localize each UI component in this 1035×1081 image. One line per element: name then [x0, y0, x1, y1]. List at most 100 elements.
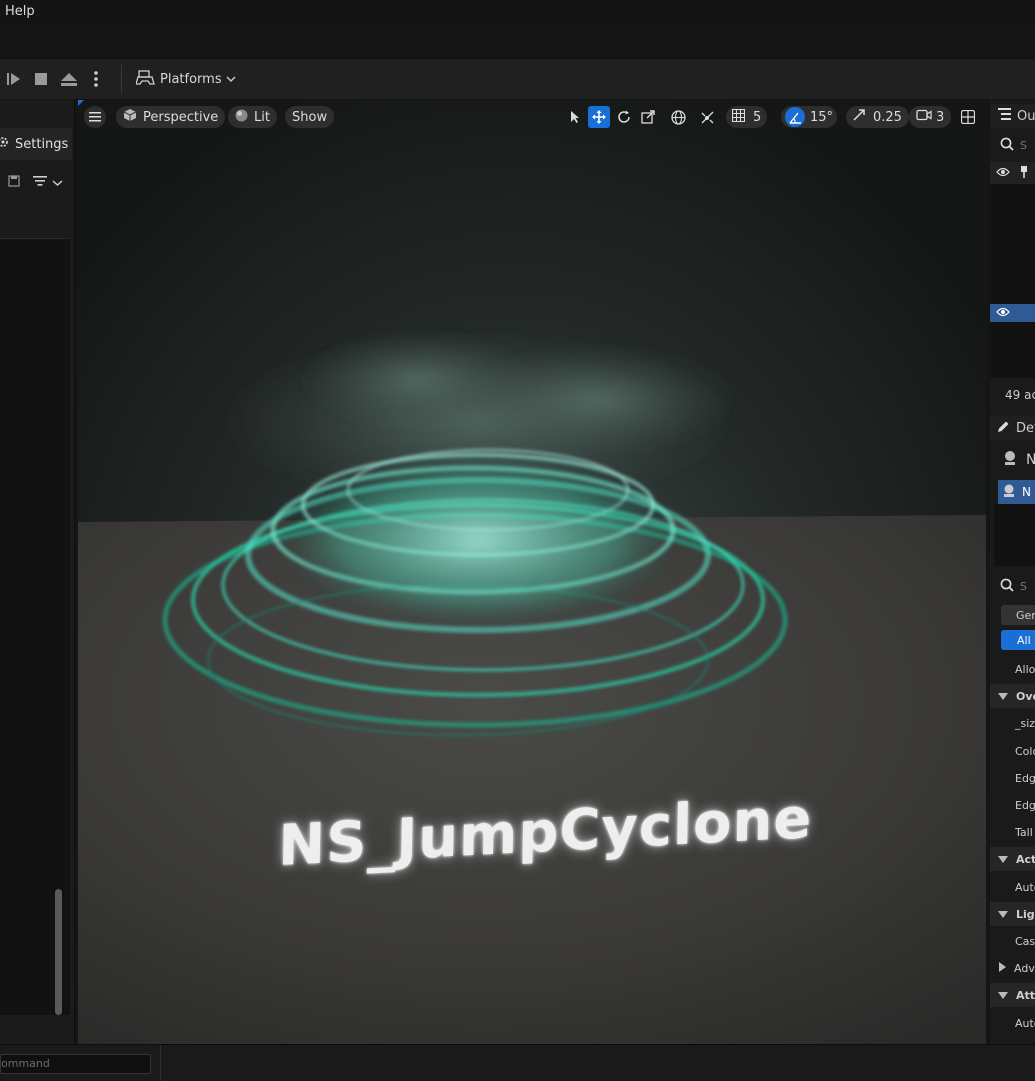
details-section-header[interactable]: Ligh — [990, 902, 1035, 926]
settings-label: Settings — [15, 136, 69, 152]
scale-snap-button[interactable]: 0.25 — [846, 106, 909, 128]
details-component-root: N — [990, 448, 1035, 472]
chevron-down-icon — [998, 853, 1008, 866]
filter-icon[interactable] — [32, 174, 48, 191]
eject-icon[interactable] — [57, 69, 81, 89]
tab-details[interactable]: Det — [990, 416, 1035, 440]
toolbar-divider — [121, 65, 122, 93]
rotation-snap-value: 15° — [810, 109, 834, 125]
property-label: Edge — [1015, 798, 1035, 812]
status-bar: ommand — [0, 1044, 1035, 1081]
details-property-row[interactable]: Auto — [990, 875, 1035, 899]
viewport-toolbar: Perspective Lit Show 5 15° 0.25 3 — [78, 106, 986, 130]
outliner-list-lower — [990, 322, 1035, 378]
details-property-row[interactable]: Colo — [990, 739, 1035, 763]
camera-speed-button[interactable]: 3 — [909, 106, 952, 128]
more-options-icon[interactable] — [88, 69, 104, 89]
level-viewport[interactable]: NS_JumpCyclone Perspective Lit Show 5 15… — [78, 100, 986, 1044]
grid-snap-value: 5 — [753, 109, 762, 125]
details-search-input[interactable]: S — [990, 574, 1035, 598]
tab-settings[interactable]: Settings — [0, 128, 72, 160]
scale-snap-value: 0.25 — [873, 109, 902, 125]
grid-snap-button[interactable]: 5 — [726, 106, 768, 128]
show-label: Show — [292, 109, 328, 125]
tab-outliner[interactable]: Ou — [990, 104, 1035, 128]
chevron-down-icon — [226, 72, 236, 87]
left-panel: Settings — [0, 100, 75, 1044]
save-icon[interactable] — [8, 175, 20, 190]
eye-icon[interactable] — [996, 167, 1010, 180]
layout-icon[interactable] — [957, 106, 979, 128]
perspective-label: Perspective — [143, 109, 219, 125]
component-icon — [1002, 484, 1016, 501]
details-property-row[interactable]: Edge — [990, 766, 1035, 790]
details-collapsed-group[interactable]: Adva — [990, 956, 1035, 980]
pencil-icon — [997, 420, 1010, 437]
details-property-row[interactable]: Tall — [990, 820, 1035, 844]
eye-icon[interactable] — [996, 307, 1010, 320]
section-label: Atta — [1016, 988, 1035, 1002]
angle-icon — [785, 107, 805, 127]
platforms-label: Platforms — [160, 71, 222, 87]
outliner-list — [990, 184, 1035, 304]
details-property-row[interactable]: Cast — [990, 929, 1035, 953]
rotate-icon[interactable] — [613, 106, 635, 128]
chevron-right-icon — [999, 961, 1006, 975]
section-label: Ove — [1016, 689, 1035, 703]
chevron-down-icon[interactable] — [52, 176, 63, 190]
camera-icon — [916, 109, 932, 125]
details-section-header[interactable]: Acti — [990, 847, 1035, 871]
chevron-down-icon — [998, 690, 1008, 703]
details-property-row[interactable]: Auto — [990, 1011, 1035, 1035]
translate-icon[interactable] — [588, 106, 610, 128]
sphere-icon — [235, 109, 248, 126]
show-button[interactable]: Show — [285, 106, 335, 128]
search-icon — [1000, 137, 1014, 154]
component-tree — [994, 504, 1035, 566]
actor-count: 49 ac — [1005, 388, 1035, 402]
scale-icon[interactable] — [637, 106, 659, 128]
gamepad-icon — [135, 69, 156, 89]
camera-speed-value: 3 — [936, 109, 945, 125]
chevron-down-icon — [998, 908, 1008, 921]
scale-arrow-icon — [853, 109, 865, 125]
details-section-header[interactable]: Atta — [990, 983, 1035, 1007]
details-section-header[interactable]: Ove — [990, 684, 1035, 708]
viewport-menu-icon[interactable] — [84, 106, 106, 128]
filter-all-button[interactable]: All — [1001, 630, 1035, 650]
surface-snap-icon[interactable] — [696, 106, 718, 128]
property-label: Tall — [1015, 825, 1033, 839]
globe-icon[interactable] — [667, 106, 689, 128]
outliner-icon — [998, 108, 1011, 124]
command-input[interactable]: ommand — [0, 1054, 151, 1074]
property-label: Auto — [1015, 880, 1035, 894]
platforms-button[interactable]: Platforms — [135, 67, 236, 91]
section-label: Acti — [1016, 852, 1035, 866]
details-property-row[interactable]: Edge — [990, 793, 1035, 817]
details-component-selected[interactable]: N — [998, 480, 1035, 504]
actor-icon — [1002, 450, 1018, 470]
details-property-row[interactable]: _siz — [990, 711, 1035, 735]
property-label: Cast — [1015, 934, 1035, 948]
perspective-button[interactable]: Perspective — [116, 106, 226, 128]
lit-button[interactable]: Lit — [228, 106, 277, 128]
stop-icon[interactable] — [30, 69, 52, 89]
search-icon — [1000, 578, 1014, 595]
rotation-snap-button[interactable]: 15° — [781, 106, 838, 128]
pin-icon[interactable] — [1020, 165, 1028, 181]
filter-general-button[interactable]: Gen — [1001, 605, 1035, 625]
details-property-row[interactable]: Allov — [990, 657, 1035, 681]
select-icon[interactable] — [564, 106, 586, 128]
chevron-down-icon — [998, 989, 1008, 1002]
scrollbar[interactable] — [55, 889, 62, 1015]
outliner-search-input[interactable]: S — [990, 134, 1035, 156]
outliner-selected-row[interactable] — [990, 304, 1035, 322]
gear-icon — [0, 135, 10, 153]
menu-help[interactable]: Help — [5, 4, 35, 19]
property-label: Colo — [1015, 744, 1035, 758]
menu-bar: Help — [0, 0, 1035, 24]
property-label: _siz — [1015, 716, 1035, 730]
property-label: Edge — [1015, 771, 1035, 785]
play-icon[interactable] — [3, 69, 25, 89]
section-label: Ligh — [1016, 907, 1035, 921]
